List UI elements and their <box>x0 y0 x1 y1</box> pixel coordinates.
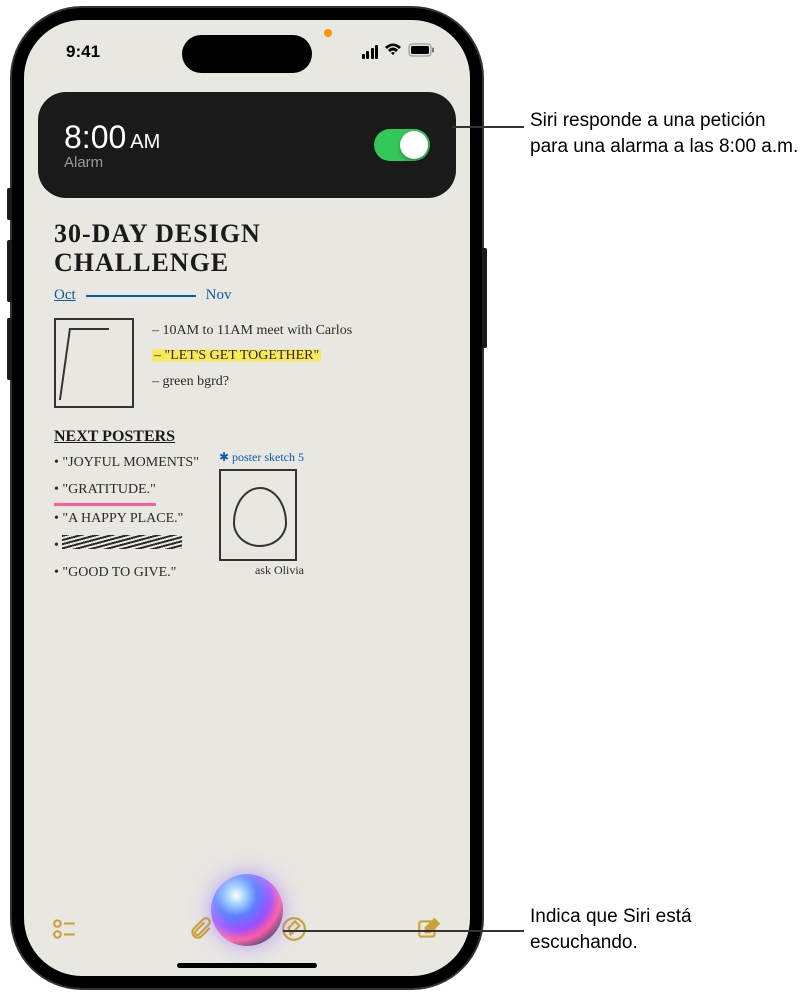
meeting-line-1: – 10AM to 11AM meet with Carlos <box>152 318 352 343</box>
attachment-icon[interactable] <box>187 916 213 942</box>
callout-1: Siri responde a una petición para una al… <box>530 108 805 159</box>
markup-icon[interactable] <box>281 916 307 942</box>
timeline-end: Nov <box>206 287 232 304</box>
phone-physical-buttons-left <box>7 188 12 396</box>
battery-icon <box>408 42 436 62</box>
meeting-line-2: – "LET'S GET TOGETHER" <box>152 348 321 363</box>
scribbled-item <box>62 535 182 549</box>
poster-sketch-box <box>219 469 297 561</box>
poster-sketch-label: ✱ poster sketch 5 <box>219 450 304 465</box>
timeline-start: Oct <box>54 287 76 304</box>
screen: 9:41 8:00 AM Alarm <box>24 20 470 976</box>
note-title-line1: 30-DAY DESIGN <box>54 220 440 249</box>
phone-power-button <box>482 248 487 348</box>
camera-indicator-dot <box>324 29 332 37</box>
poster-item-5: • "GOOD TO GIVE." <box>54 560 199 587</box>
phone-frame: 9:41 8:00 AM Alarm <box>12 8 482 988</box>
compose-icon[interactable] <box>416 916 442 942</box>
poster-item-3: • "A HAPPY PLACE." <box>54 506 199 533</box>
home-indicator[interactable] <box>177 963 317 968</box>
cellular-signal-icon <box>362 45 379 59</box>
alarm-toggle[interactable] <box>374 129 430 161</box>
dynamic-island[interactable] <box>182 35 312 73</box>
callout-2: Indica que Siri está escuchando. <box>530 904 790 955</box>
note-title-line2: CHALLENGE <box>54 249 440 278</box>
note-canvas[interactable]: 30-DAY DESIGN CHALLENGE Oct Nov – 10AM t… <box>54 220 440 586</box>
alarm-label: Alarm <box>64 154 160 171</box>
status-time: 9:41 <box>66 42 100 62</box>
ask-olivia-note: ask Olivia <box>219 563 304 578</box>
siri-orb[interactable] <box>211 874 283 946</box>
poster-item-2: • "GRATITUDE." <box>54 477 156 507</box>
meeting-line-3: – green bgrd? <box>152 369 352 394</box>
callout-line-2 <box>283 930 524 932</box>
poster-item-1: • "JOYFUL MOMENTS" <box>54 450 199 477</box>
sketch-box-1 <box>54 318 134 408</box>
alarm-time: 8:00 <box>64 119 126 156</box>
timeline-line <box>86 295 196 297</box>
checklist-icon[interactable] <box>52 916 78 942</box>
alarm-ampm: AM <box>130 131 160 154</box>
wifi-icon <box>384 42 402 62</box>
siri-alarm-response-card[interactable]: 8:00 AM Alarm <box>38 92 456 198</box>
section-header: NEXT POSTERS <box>54 428 440 446</box>
callout-line-1 <box>452 126 524 128</box>
